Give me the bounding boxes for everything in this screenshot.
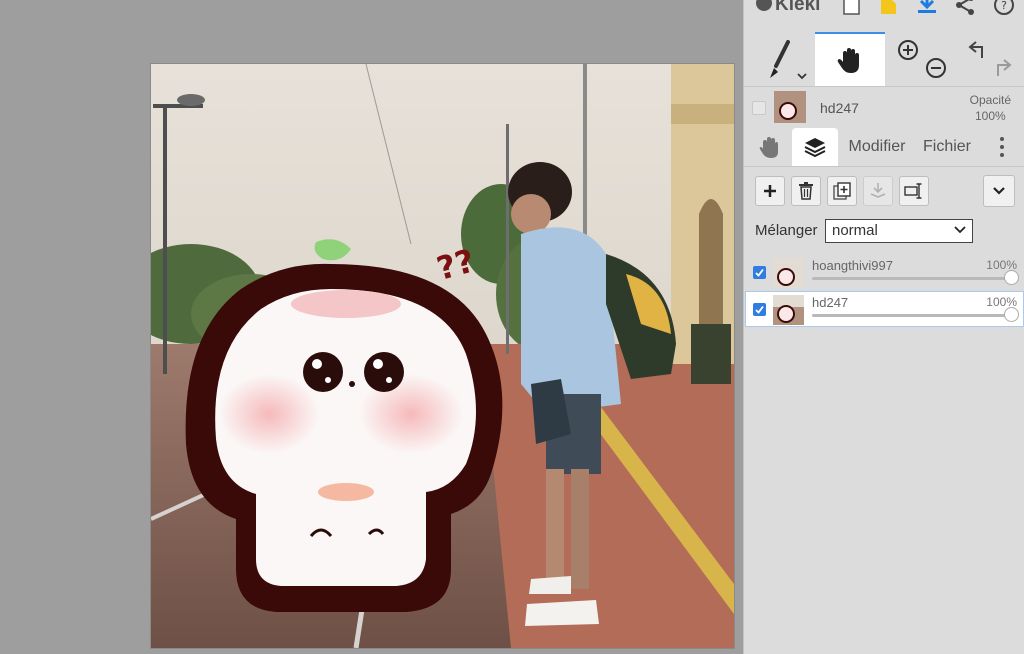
share-icon[interactable] (954, 0, 976, 16)
undo-icon[interactable] (968, 41, 983, 58)
canvas-artwork: ?? (151, 64, 734, 648)
layers-icon (804, 138, 826, 158)
open-folder-icon[interactable] (878, 0, 900, 16)
rename-layer-button[interactable] (899, 176, 929, 206)
add-layer-icon (764, 185, 776, 197)
blend-label: Mélanger (755, 222, 818, 239)
history-tools (956, 32, 1020, 86)
hand-tool[interactable] (815, 32, 885, 86)
zoom-in-icon[interactable] (898, 40, 918, 60)
layer-row[interactable]: hoangthivi997 100% (745, 254, 1024, 290)
layer-visibility-checkbox[interactable] (753, 303, 766, 316)
delete-layer-button[interactable] (791, 176, 821, 206)
tab-fichier[interactable]: Fichier (916, 128, 978, 166)
check-icon (755, 268, 764, 277)
slider-knob[interactable] (1004, 307, 1019, 322)
layer-options-dropdown[interactable] (983, 175, 1015, 207)
tool-row (744, 32, 1024, 87)
rename-layer-icon (904, 183, 922, 199)
brush-tool[interactable] (758, 32, 812, 86)
zoom-out-icon[interactable] (926, 58, 946, 78)
blend-mode-select[interactable]: normal (825, 219, 973, 243)
chevron-down-icon (954, 226, 966, 234)
new-file-icon[interactable] (841, 0, 863, 16)
layer-actions (744, 172, 1024, 212)
merge-down-button[interactable] (863, 176, 893, 206)
hand-icon (759, 137, 778, 158)
layer-visibility-checkbox (752, 101, 766, 115)
hand-icon (837, 48, 859, 73)
logo-icon (756, 0, 772, 11)
tab-layers[interactable] (792, 128, 838, 166)
layer-thumbnail (773, 258, 804, 288)
layer-list: hoangthivi997 100% hd247 100% (745, 254, 1024, 328)
layer-visibility-checkbox[interactable] (753, 266, 766, 279)
merge-down-icon (870, 183, 886, 198)
check-icon (755, 305, 764, 314)
redo-icon[interactable] (997, 59, 1012, 76)
opacity-readout: Opacité 100% (970, 92, 1011, 124)
canvas-workspace[interactable]: ?? (0, 0, 743, 654)
current-layer-info: hd247 Opacité 100% (744, 88, 1024, 126)
blend-mode-value: normal (832, 222, 878, 239)
svg-text:?: ? (1001, 0, 1007, 12)
current-layer-name: hd247 (820, 100, 859, 116)
add-layer-button[interactable] (755, 176, 785, 206)
layer-opacity-slider[interactable] (812, 307, 1019, 322)
more-menu-button[interactable] (988, 128, 1016, 166)
layer-thumbnail (774, 91, 806, 123)
app-logo[interactable]: Kleki (756, 0, 820, 16)
duplicate-layer-icon (833, 182, 851, 200)
layer-name: hd247 (812, 295, 849, 310)
layer-row[interactable]: hd247 100% (745, 291, 1024, 327)
layer-name: hoangthivi997 (812, 258, 893, 273)
more-vertical-icon (1000, 137, 1004, 157)
side-panel: Kleki ? hd247 Opacité 100% Modifier Fich… (743, 0, 1024, 654)
tab-hand[interactable] (750, 128, 788, 166)
help-icon[interactable]: ? (993, 0, 1015, 16)
layer-opacity-slider[interactable] (812, 270, 1019, 285)
top-bar: Kleki ? (744, 0, 1024, 22)
opacity-value: 100% (974, 109, 1006, 123)
brush-icon (770, 40, 807, 80)
panel-tabs: Modifier Fichier (744, 128, 1024, 167)
chevron-down-icon (993, 187, 1005, 195)
duplicate-layer-button[interactable] (827, 176, 857, 206)
tab-modifier[interactable]: Modifier (842, 128, 912, 166)
delete-layer-icon (799, 182, 813, 200)
layer-thumbnail (773, 295, 804, 325)
drawing-canvas[interactable]: ?? (151, 64, 734, 648)
download-icon[interactable] (916, 0, 938, 16)
slider-knob[interactable] (1004, 270, 1019, 285)
opacity-label: Opacité (969, 93, 1011, 107)
zoom-tools (890, 32, 950, 86)
logo-text: Kleki (775, 0, 821, 15)
